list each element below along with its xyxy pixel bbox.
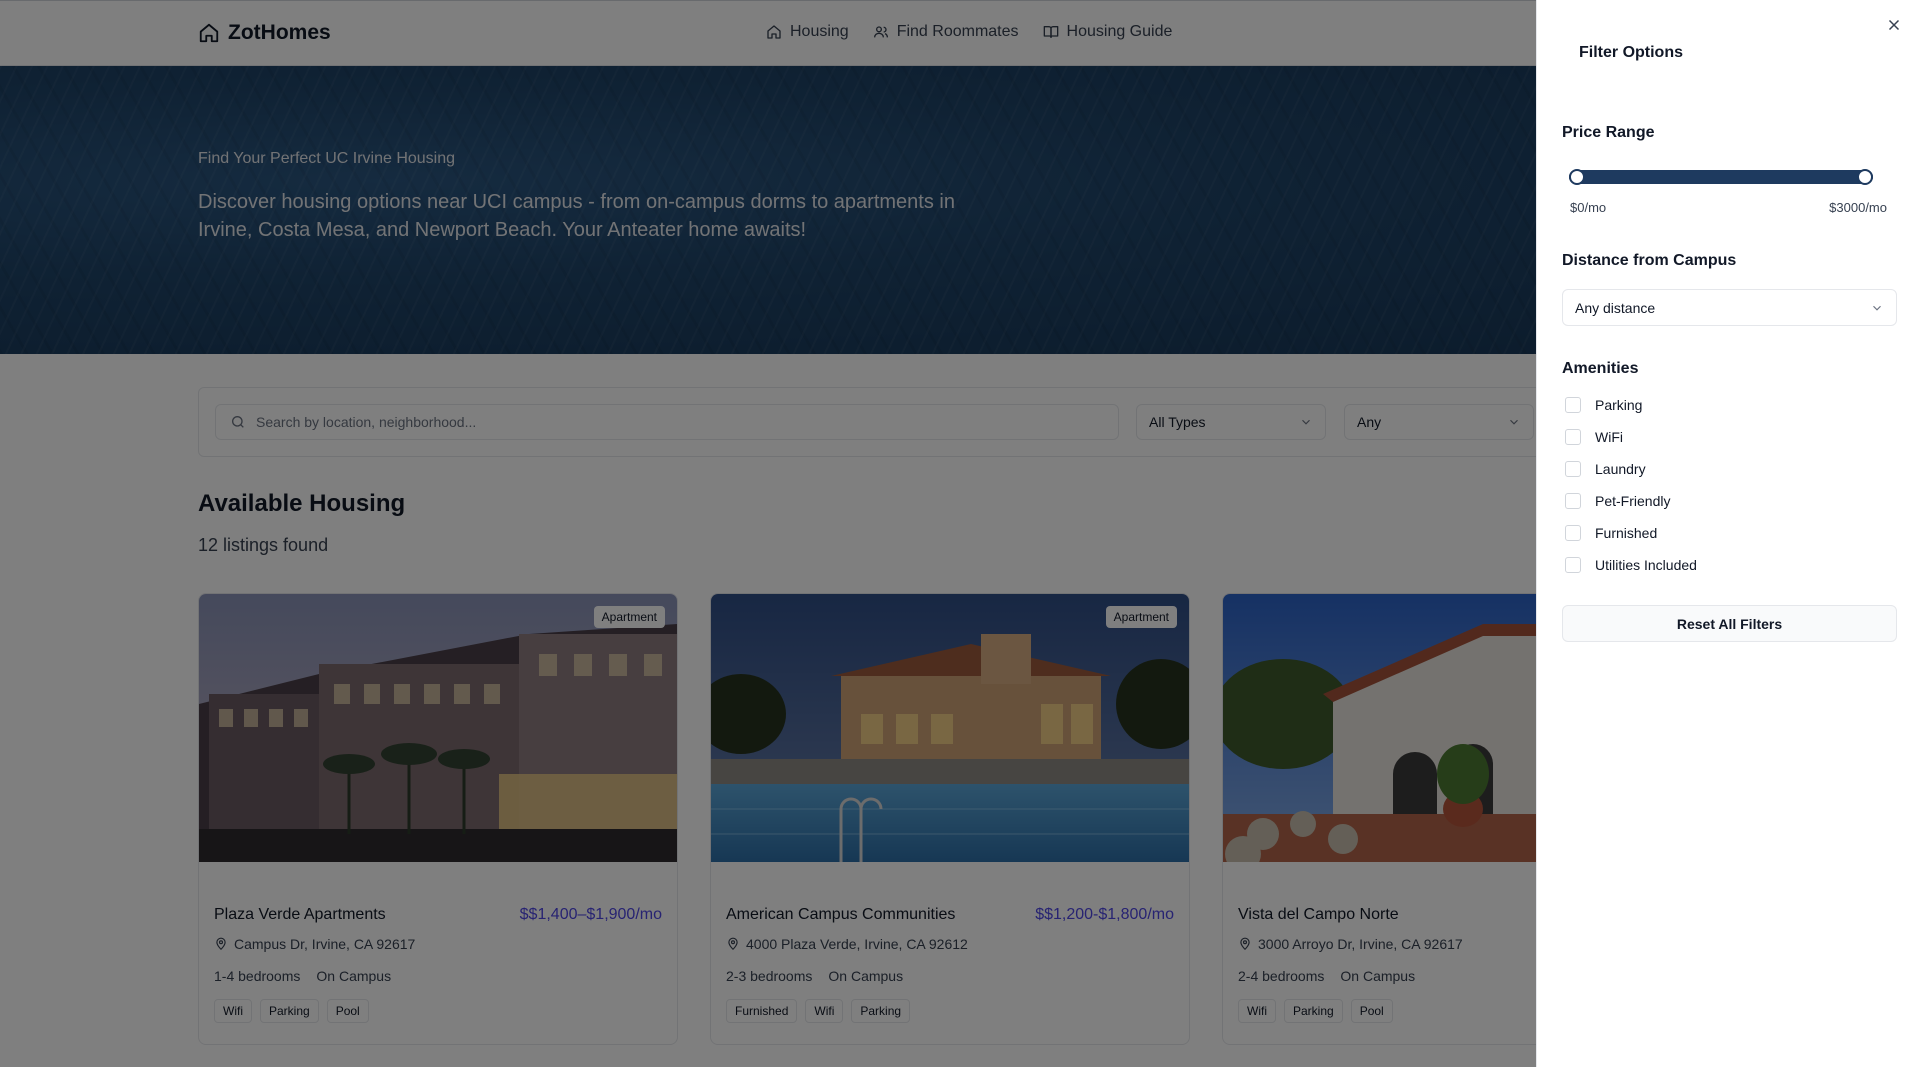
price-slider-min-handle[interactable] — [1569, 169, 1585, 185]
checkbox[interactable] — [1565, 557, 1581, 573]
amenities-label: Amenities — [1562, 360, 1639, 377]
reset-filters-button[interactable]: Reset All Filters — [1562, 605, 1897, 642]
distance-label: Distance from Campus — [1562, 252, 1737, 269]
distance-select[interactable]: Any distance — [1562, 289, 1897, 326]
amenity-laundry[interactable]: Laundry — [1565, 461, 1646, 477]
amenity-label: WiFi — [1595, 429, 1623, 445]
checkbox[interactable] — [1565, 493, 1581, 509]
checkbox[interactable] — [1565, 525, 1581, 541]
price-slider-track[interactable] — [1569, 170, 1873, 184]
checkbox[interactable] — [1565, 429, 1581, 445]
modal-backdrop[interactable] — [0, 0, 1536, 1067]
checkbox[interactable] — [1565, 461, 1581, 477]
price-slider-max-handle[interactable] — [1857, 169, 1873, 185]
amenity-parking[interactable]: Parking — [1565, 397, 1642, 413]
amenity-utilities-included[interactable]: Utilities Included — [1565, 557, 1697, 573]
amenity-label: Pet-Friendly — [1595, 493, 1671, 509]
amenity-wifi[interactable]: WiFi — [1565, 429, 1623, 445]
amenity-furnished[interactable]: Furnished — [1565, 525, 1657, 541]
amenity-label: Parking — [1595, 397, 1643, 413]
price-min-label: $0/mo — [1570, 200, 1607, 215]
amenity-label: Utilities Included — [1595, 557, 1697, 573]
filter-drawer: Filter Options Price Range $0/mo $3000/m… — [1536, 0, 1917, 1067]
checkbox[interactable] — [1565, 397, 1581, 413]
price-max-label: $3000/mo — [1829, 200, 1887, 215]
distance-select-value: Any distance — [1575, 299, 1656, 316]
chevron-down-icon — [1873, 305, 1881, 311]
amenity-pet-friendly[interactable]: Pet-Friendly — [1565, 493, 1670, 509]
amenity-label: Laundry — [1595, 461, 1646, 477]
price-range-label: Price Range — [1562, 124, 1655, 141]
close-icon[interactable] — [1885, 16, 1903, 34]
amenity-label: Furnished — [1595, 525, 1658, 541]
drawer-title: Filter Options — [1579, 44, 1683, 61]
